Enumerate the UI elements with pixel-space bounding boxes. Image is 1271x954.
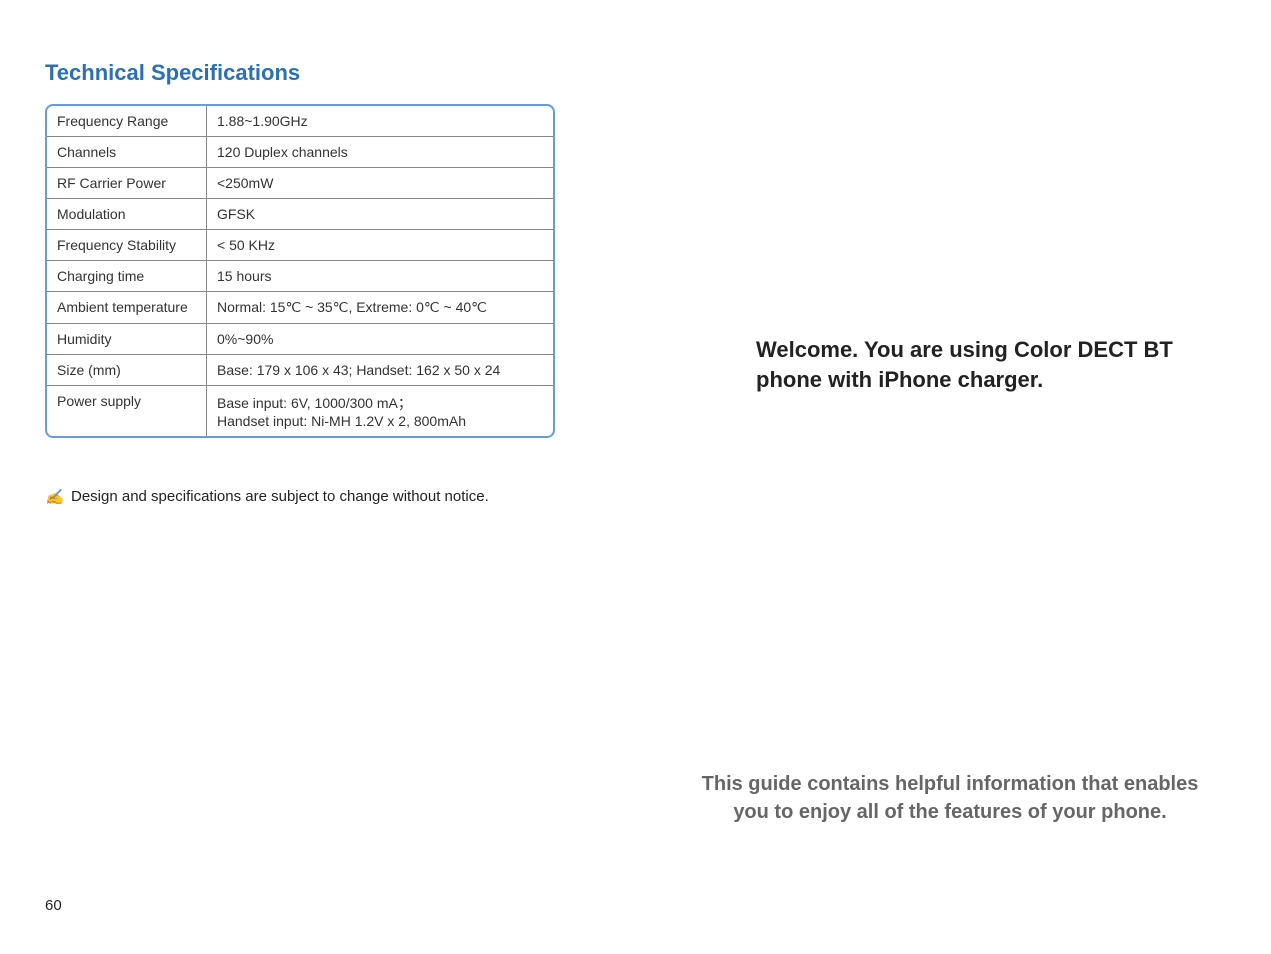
spec-label: Frequency Range	[47, 106, 207, 136]
page-number: 60	[45, 897, 62, 914]
spec-label: Modulation	[47, 199, 207, 229]
table-row: Charging time15 hours	[47, 261, 553, 292]
table-row: ModulationGFSK	[47, 199, 553, 230]
spec-value: 120 Duplex channels	[207, 137, 553, 167]
spec-value: 0%~90%	[207, 324, 553, 354]
table-row: Power supplyBase input: 6V, 1000/300 mA；…	[47, 386, 553, 436]
spec-value: 15 hours	[207, 261, 553, 291]
spec-value: Base input: 6V, 1000/300 mA； Handset inp…	[207, 386, 553, 436]
spec-label: Power supply	[47, 386, 207, 436]
spec-value: Base: 179 x 106 x 43; Handset: 162 x 50 …	[207, 355, 553, 385]
guide-note: This guide contains helpful information …	[700, 770, 1200, 826]
table-row: Ambient temperatureNormal: 15℃ ~ 35℃, Ex…	[47, 292, 553, 324]
table-row: Frequency Range1.88~1.90GHz	[47, 106, 553, 137]
spec-value: 1.88~1.90GHz	[207, 106, 553, 136]
note-text: Design and specifications are subject to…	[71, 488, 489, 505]
table-row: Channels120 Duplex channels	[47, 137, 553, 168]
spec-note: ✍ Design and specifications are subject …	[45, 488, 605, 506]
table-row: Frequency Stability< 50 KHz	[47, 230, 553, 261]
spec-label: Channels	[47, 137, 207, 167]
spec-label: Ambient temperature	[47, 292, 207, 323]
spec-value: GFSK	[207, 199, 553, 229]
welcome-text: Welcome. You are using Color DECT BT pho…	[756, 335, 1176, 394]
pencil-icon: ✍	[45, 488, 65, 506]
spec-label: RF Carrier Power	[47, 168, 207, 198]
section-title: Technical Specifications	[45, 60, 605, 86]
spec-label: Size (mm)	[47, 355, 207, 385]
table-row: RF Carrier Power<250mW	[47, 168, 553, 199]
spec-label: Frequency Stability	[47, 230, 207, 260]
spec-value: <250mW	[207, 168, 553, 198]
table-row: Size (mm)Base: 179 x 106 x 43; Handset: …	[47, 355, 553, 386]
spec-value: Normal: 15℃ ~ 35℃, Extreme: 0℃ ~ 40℃	[207, 292, 553, 323]
spec-table: Frequency Range1.88~1.90GHzChannels120 D…	[45, 104, 555, 438]
spec-label: Humidity	[47, 324, 207, 354]
table-row: Humidity0%~90%	[47, 324, 553, 355]
spec-label: Charging time	[47, 261, 207, 291]
spec-value: < 50 KHz	[207, 230, 553, 260]
